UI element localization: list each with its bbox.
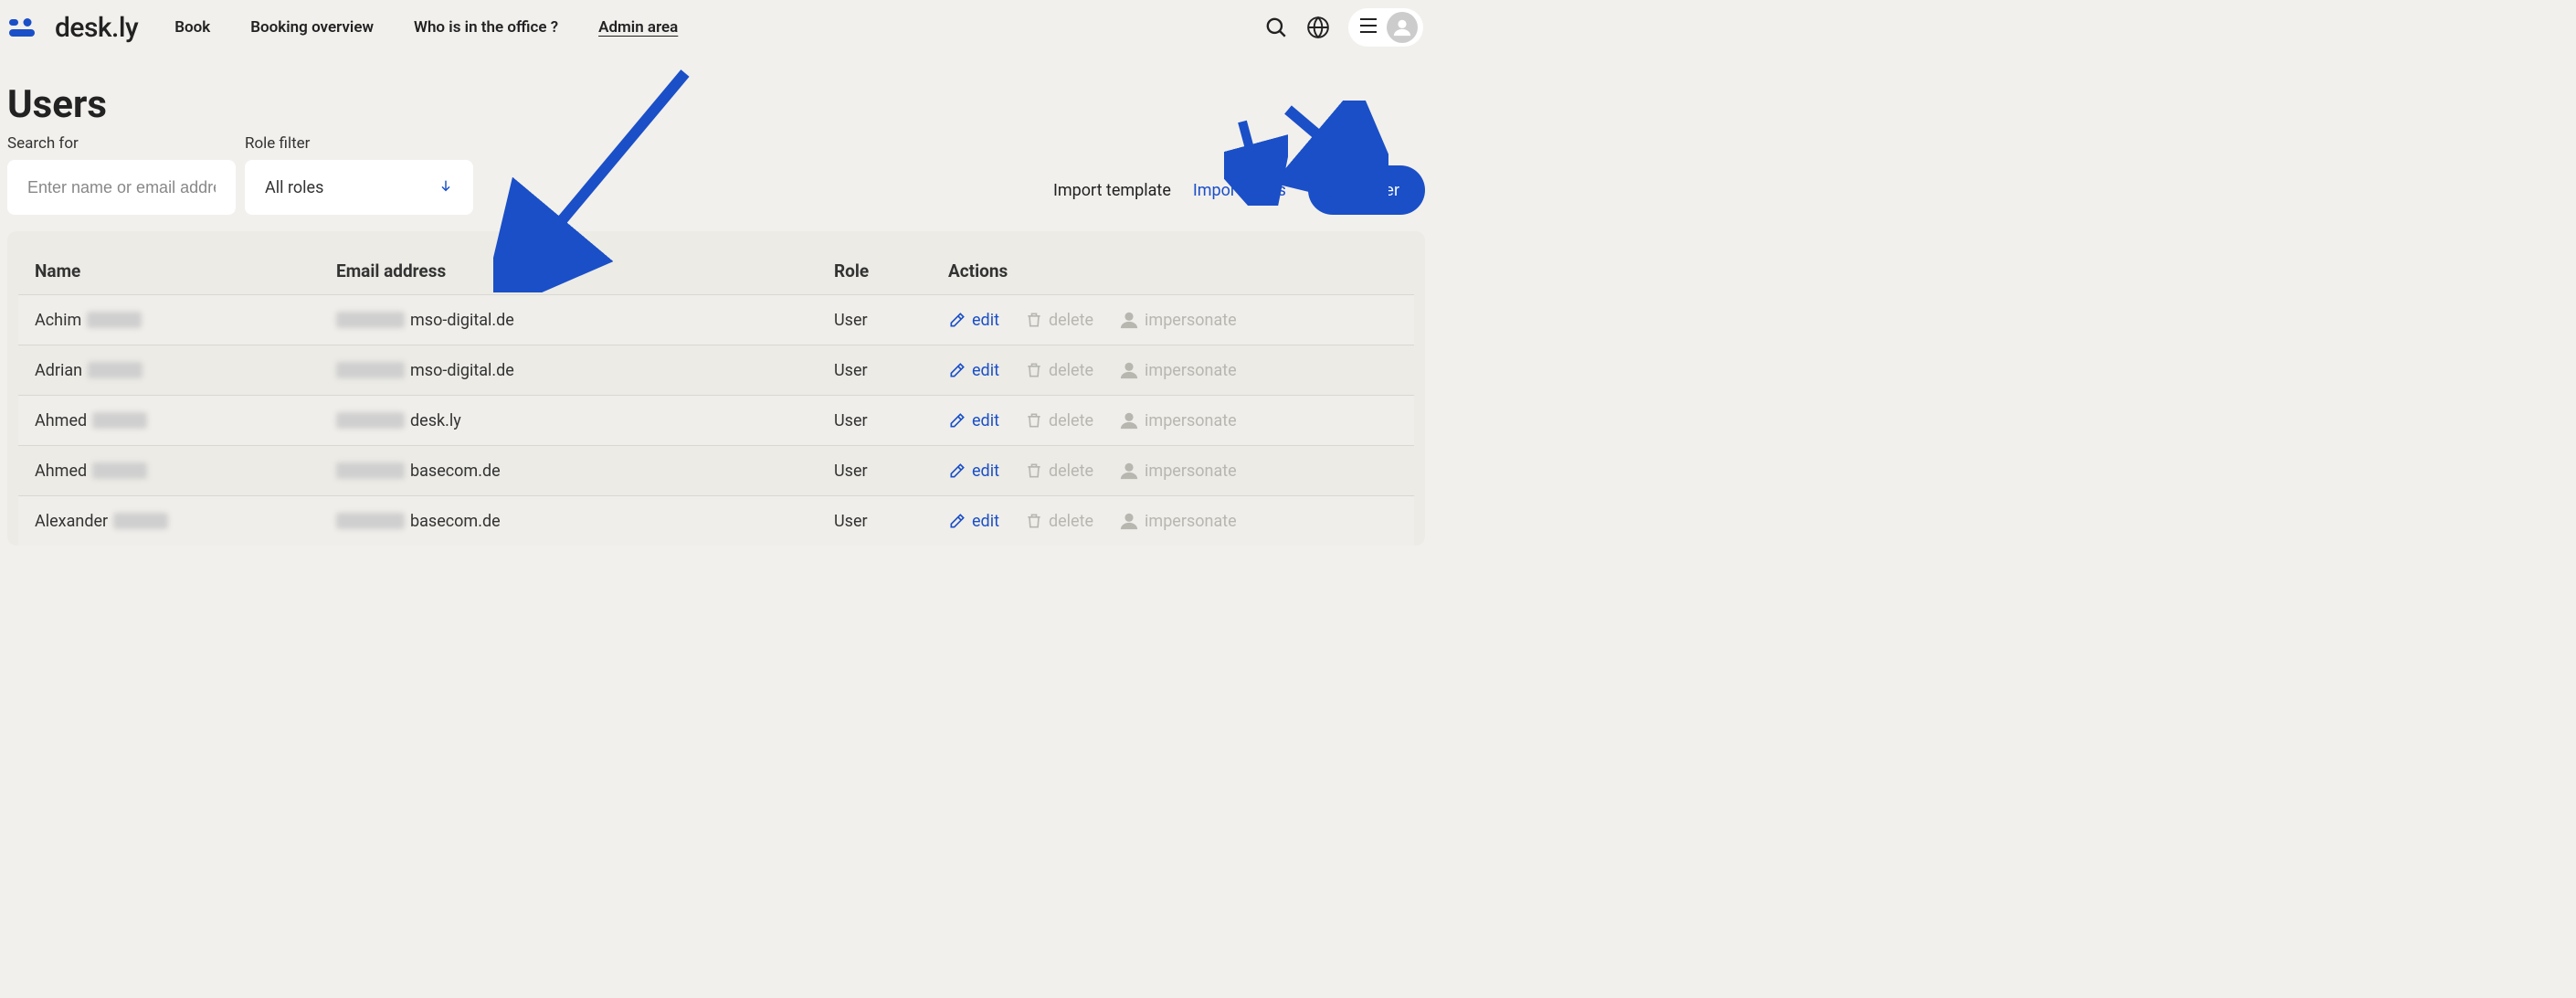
role-label: Role filter	[245, 134, 473, 153]
cell-name: Ahmed	[18, 446, 320, 496]
delete-action: delete	[1025, 311, 1093, 330]
edit-action[interactable]: edit	[948, 311, 999, 330]
th-email: Email address	[320, 248, 818, 295]
cell-role: User	[818, 396, 932, 446]
cell-email: mso-digital.de	[320, 345, 818, 396]
users-table: Name Email address Role Actions Achim ms…	[18, 248, 1414, 546]
impersonate-action: impersonate	[1119, 410, 1237, 430]
globe-icon[interactable]	[1306, 16, 1330, 39]
table-row: Ahmed desk.lyUser edit delete impersonate	[18, 396, 1414, 446]
impersonate-action: impersonate	[1119, 511, 1237, 531]
nav-who-in-office[interactable]: Who is in the office ?	[414, 18, 558, 37]
filters-actions: Import template Import users Add user	[1053, 165, 1425, 215]
cell-actions: edit delete impersonate	[932, 396, 1414, 446]
avatar-icon	[1387, 12, 1418, 43]
page: Users Search for Role filter All roles I…	[0, 55, 1432, 546]
th-role: Role	[818, 248, 932, 295]
page-title: Users	[7, 82, 1425, 127]
logo[interactable]: desk.ly	[9, 12, 138, 44]
cell-role: User	[818, 496, 932, 547]
import-template-link[interactable]: Import template	[1053, 181, 1171, 200]
th-name: Name	[18, 248, 320, 295]
nav-book[interactable]: Book	[174, 18, 210, 37]
cell-email: basecom.de	[320, 496, 818, 547]
cell-role: User	[818, 446, 932, 496]
delete-action: delete	[1025, 512, 1093, 531]
cell-email: desk.ly	[320, 396, 818, 446]
delete-action: delete	[1025, 462, 1093, 481]
search-label: Search for	[7, 134, 236, 153]
hamburger-icon	[1359, 17, 1378, 37]
search-filter: Search for	[7, 134, 236, 215]
cell-actions: edit delete impersonate	[932, 345, 1414, 396]
delete-action: delete	[1025, 411, 1093, 430]
filters-row: Search for Role filter All roles Import …	[7, 134, 1425, 215]
cell-actions: edit delete impersonate	[932, 496, 1414, 547]
topbar: desk.ly Book Booking overview Who is in …	[0, 0, 1432, 55]
role-filter: Role filter All roles	[245, 134, 473, 215]
nav-admin-area[interactable]: Admin area	[598, 18, 678, 37]
role-select-value: All roles	[265, 178, 323, 197]
user-menu[interactable]	[1348, 8, 1423, 47]
impersonate-action: impersonate	[1119, 360, 1237, 380]
topbar-right	[1264, 8, 1423, 47]
cell-name: Ahmed	[18, 396, 320, 446]
add-user-button[interactable]: Add user	[1308, 165, 1425, 215]
table-row: Adrian mso-digital.deUser edit delete imper…	[18, 345, 1414, 396]
nav-booking-overview[interactable]: Booking overview	[250, 18, 374, 37]
arrow-down-icon	[438, 178, 453, 197]
main-nav: Book Booking overview Who is in the offi…	[174, 18, 1264, 37]
table-row: Ahmed basecom.deUser edit delete impersonat…	[18, 446, 1414, 496]
cell-actions: edit delete impersonate	[932, 295, 1414, 345]
cell-email: mso-digital.de	[320, 295, 818, 345]
table-row: Alexander basecom.deUser edit delete impers…	[18, 496, 1414, 547]
impersonate-action: impersonate	[1119, 310, 1237, 330]
search-input[interactable]	[7, 160, 236, 215]
role-select[interactable]: All roles	[245, 160, 473, 215]
logo-mark-icon	[9, 16, 48, 38]
edit-action[interactable]: edit	[948, 512, 999, 531]
cell-email: basecom.de	[320, 446, 818, 496]
cell-role: User	[818, 295, 932, 345]
import-users-link[interactable]: Import users	[1193, 181, 1286, 200]
cell-name: Achim	[18, 295, 320, 345]
table-row: Achim mso-digital.deUser edit delete impers…	[18, 295, 1414, 345]
cell-name: Adrian	[18, 345, 320, 396]
cell-actions: edit delete impersonate	[932, 446, 1414, 496]
cell-role: User	[818, 345, 932, 396]
delete-action: delete	[1025, 361, 1093, 380]
edit-action[interactable]: edit	[948, 462, 999, 481]
users-table-wrap: Name Email address Role Actions Achim ms…	[7, 231, 1425, 546]
cell-name: Alexander	[18, 496, 320, 547]
th-actions: Actions	[932, 248, 1414, 295]
search-icon[interactable]	[1264, 16, 1288, 39]
edit-action[interactable]: edit	[948, 361, 999, 380]
logo-text: desk.ly	[55, 12, 138, 44]
impersonate-action: impersonate	[1119, 461, 1237, 481]
edit-action[interactable]: edit	[948, 411, 999, 430]
